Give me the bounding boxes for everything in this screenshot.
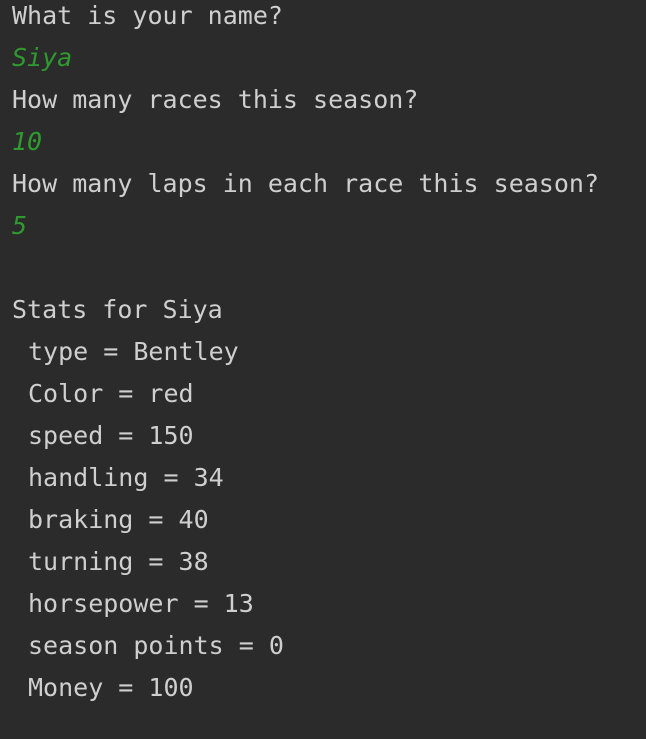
stats-header: Stats for Siya xyxy=(12,295,223,324)
console-output: What is your name? Siya How many races t… xyxy=(0,0,646,739)
name-input-echo: Siya xyxy=(12,43,73,72)
stat-braking: braking = 40 xyxy=(28,505,209,534)
name-prompt: What is your name? xyxy=(12,1,283,30)
stat-color: Color = red xyxy=(28,379,194,408)
stat-type: type = Bentley xyxy=(28,337,239,366)
stat-handling: handling = 34 xyxy=(28,463,224,492)
stat-money: Money = 100 xyxy=(28,673,194,702)
races-prompt: How many races this season? xyxy=(12,85,419,114)
laps-input-echo: 5 xyxy=(12,211,28,240)
stat-season-points: season points = 0 xyxy=(28,631,284,660)
stat-horsepower: horsepower = 13 xyxy=(28,589,254,618)
stat-speed: speed = 150 xyxy=(28,421,194,450)
laps-prompt: How many laps in each race this season? xyxy=(12,169,599,198)
stat-turning: turning = 38 xyxy=(28,547,209,576)
races-input-echo: 10 xyxy=(12,127,43,156)
